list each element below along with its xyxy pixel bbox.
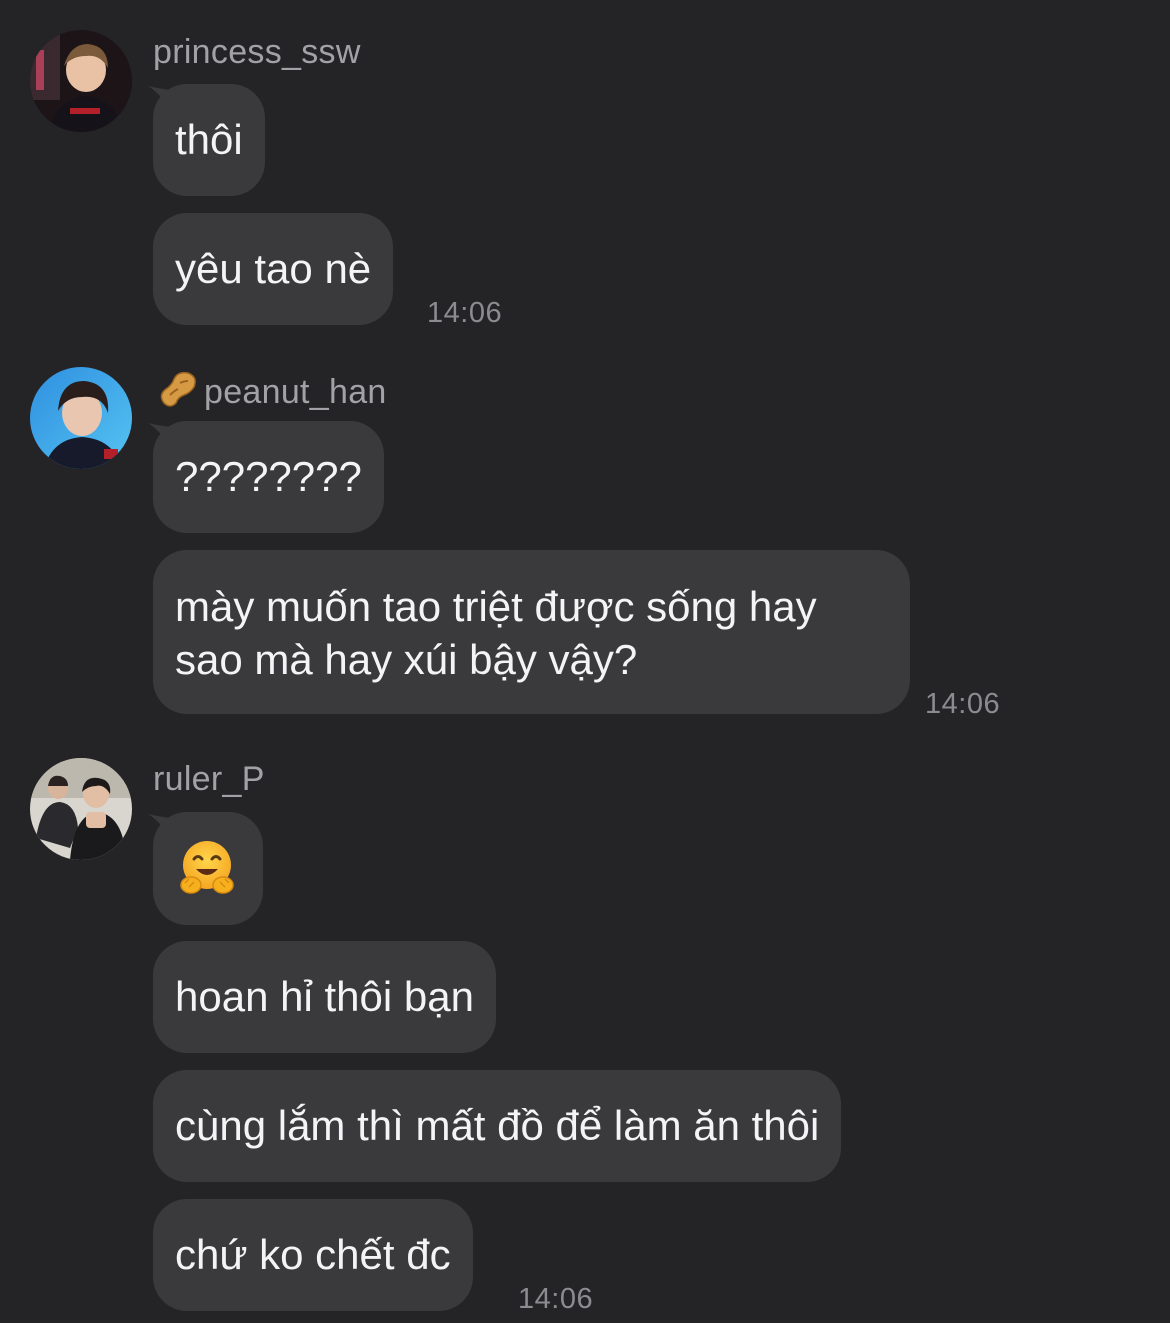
message-timestamp: 14:06 [925, 688, 1001, 720]
sender-name[interactable]: peanut_han [156, 369, 387, 418]
message-bubble[interactable] [153, 812, 263, 925]
message-bubble[interactable]: yêu tao nè [153, 213, 394, 325]
hugging-face-emoji [177, 839, 237, 899]
message-text: hoan hỉ thôi bạn [175, 973, 474, 1020]
message-text: ???????? [175, 453, 362, 500]
message-text: yêu tao nè [175, 245, 372, 292]
message-bubble[interactable]: chứ ko chết đc [153, 1199, 473, 1311]
sender-name[interactable]: ruler_P [153, 760, 265, 799]
peanut-icon [156, 369, 200, 418]
message-bubble[interactable]: ???????? [153, 421, 384, 533]
chat-thread[interactable]: princess_ssw thôi yêu tao nè 14:06 peanu… [0, 0, 1170, 1323]
message-text: cùng lắm thì mất đồ để làm ăn thôi [175, 1102, 820, 1149]
avatar-ruler-p[interactable] [30, 758, 132, 860]
message-timestamp: 14:06 [427, 297, 503, 329]
message-bubble[interactable]: thôi [153, 84, 265, 196]
message-timestamp: 14:06 [518, 1283, 594, 1315]
message-text: thôi [175, 116, 243, 163]
sender-name-text: peanut_han [204, 373, 387, 411]
sender-name[interactable]: princess_ssw [153, 33, 361, 72]
message-text: mày muốn tao triệt được sống hay sao mà … [175, 583, 817, 683]
message-bubble[interactable]: cùng lắm thì mất đồ để làm ăn thôi [153, 1070, 842, 1182]
avatar-peanut-han[interactable] [30, 367, 132, 469]
avatar-princess-ssw[interactable] [30, 30, 132, 132]
message-bubble[interactable]: mày muốn tao triệt được sống hay sao mà … [153, 550, 910, 714]
message-text: chứ ko chết đc [175, 1231, 451, 1278]
message-bubble[interactable]: hoan hỉ thôi bạn [153, 941, 496, 1053]
